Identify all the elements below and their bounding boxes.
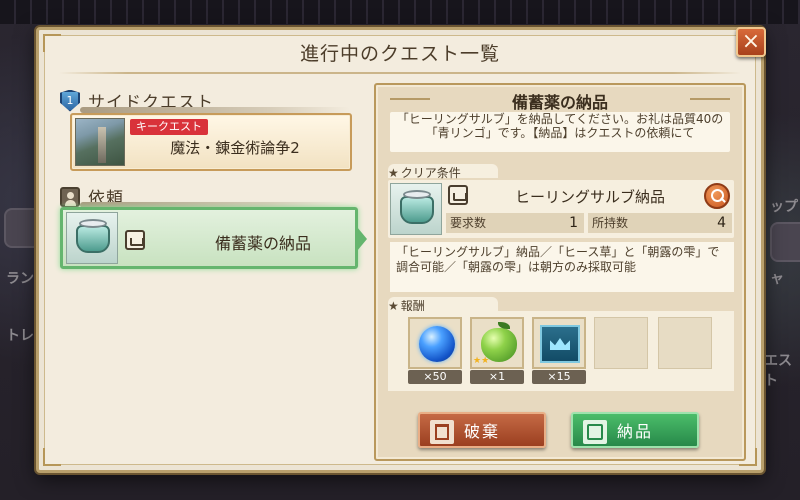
required-count-value: 1	[569, 215, 578, 231]
side-quest-shield-icon: 1	[60, 89, 80, 112]
deliver-button-label: 納品	[616, 422, 653, 441]
person-icon	[60, 186, 80, 207]
condition-hint-text: 「ヒーリングサルブ」納品／「ヒース草」と「朝露の雫」で調合可能／「朝露の雫」は朝…	[390, 242, 734, 292]
background-menu-label: ラン	[6, 271, 34, 287]
condition-item-thumbnail	[390, 183, 442, 235]
quality-stars: ★★	[473, 356, 490, 366]
dialog-title: 進行中のクエスト一覧	[299, 43, 500, 65]
quest-detail-panel: 備蓄薬の納品 「ヒーリングサルブ」を納品してください。お礼は品質40の「青リンゴ…	[374, 83, 746, 461]
background-ornament-border	[0, 0, 800, 24]
reward-slot-empty	[658, 317, 712, 369]
quest-thumbnail-image	[75, 118, 125, 166]
search-icon[interactable]	[704, 183, 730, 209]
key-quest-name: 魔法・錬金術論争2	[170, 139, 300, 157]
reward-slot[interactable]: ★★	[470, 317, 524, 369]
star-icon: ★	[388, 165, 399, 180]
crown-tile-icon	[540, 325, 580, 363]
clear-condition-label: クリア条件	[400, 166, 461, 180]
request-item-title: 備蓄薬の納品	[214, 234, 311, 253]
owned-count-label: 所持数	[592, 216, 629, 230]
owned-count-row: 所持数 4	[588, 213, 732, 233]
delivery-scroll-icon	[448, 185, 468, 205]
owned-count-value: 4	[717, 215, 726, 231]
jar-lid	[79, 219, 107, 228]
reward-slot-empty	[594, 317, 648, 369]
jar-lid	[403, 190, 431, 199]
reward-slot[interactable]	[408, 317, 462, 369]
detail-description: 「ヒーリングサルブ」を納品してください。お礼は品質40の「青リンゴ」です。【納品…	[390, 112, 730, 152]
clear-condition-heading: ★ クリア条件	[388, 164, 461, 181]
close-button[interactable]: ×	[736, 27, 766, 57]
jar-icon	[400, 196, 434, 224]
tower-image	[98, 127, 106, 163]
background-menu-label: ャ	[770, 271, 784, 287]
background-menu-icon	[770, 222, 800, 262]
trash-icon	[430, 420, 454, 444]
deliver-icon	[583, 420, 607, 444]
detail-title: 備蓄薬の納品	[511, 93, 608, 112]
discard-button-label: 破棄	[463, 422, 500, 441]
background-menu-label: ップ	[770, 199, 798, 215]
blue-orb-icon	[419, 326, 455, 362]
reward-slot[interactable]	[532, 317, 586, 369]
jar-icon	[76, 225, 110, 253]
condition-item-name: ヒーリングサルブ納品	[514, 188, 665, 206]
clear-condition-box: ヒーリングサルブ納品 要求数 1 所持数 4	[388, 180, 734, 238]
reward-quantity: ×1	[470, 370, 524, 384]
delivery-scroll-icon	[125, 230, 145, 250]
reward-box: ×50 ★★ ×1 ×15	[388, 311, 734, 391]
request-item-selected[interactable]: 備蓄薬の納品	[60, 207, 367, 269]
key-quest-card[interactable]: キークエスト 魔法・錬金術論争2	[70, 113, 352, 171]
discard-button[interactable]: 破棄	[418, 412, 546, 448]
reward-quantity: ×50	[408, 370, 462, 384]
title-divider	[59, 72, 741, 74]
required-count-row: 要求数 1	[446, 213, 584, 233]
deliver-button[interactable]: 納品	[571, 412, 699, 448]
required-count-label: 要求数	[450, 216, 487, 230]
reward-quantity: ×15	[532, 370, 586, 384]
background-menu-label: エスト	[764, 353, 792, 389]
potion-jar-thumbnail	[66, 212, 118, 264]
background-menu-label: トレ	[6, 328, 34, 344]
key-quest-badge: キークエスト	[130, 119, 208, 135]
frame-corner-ornament	[43, 448, 61, 466]
